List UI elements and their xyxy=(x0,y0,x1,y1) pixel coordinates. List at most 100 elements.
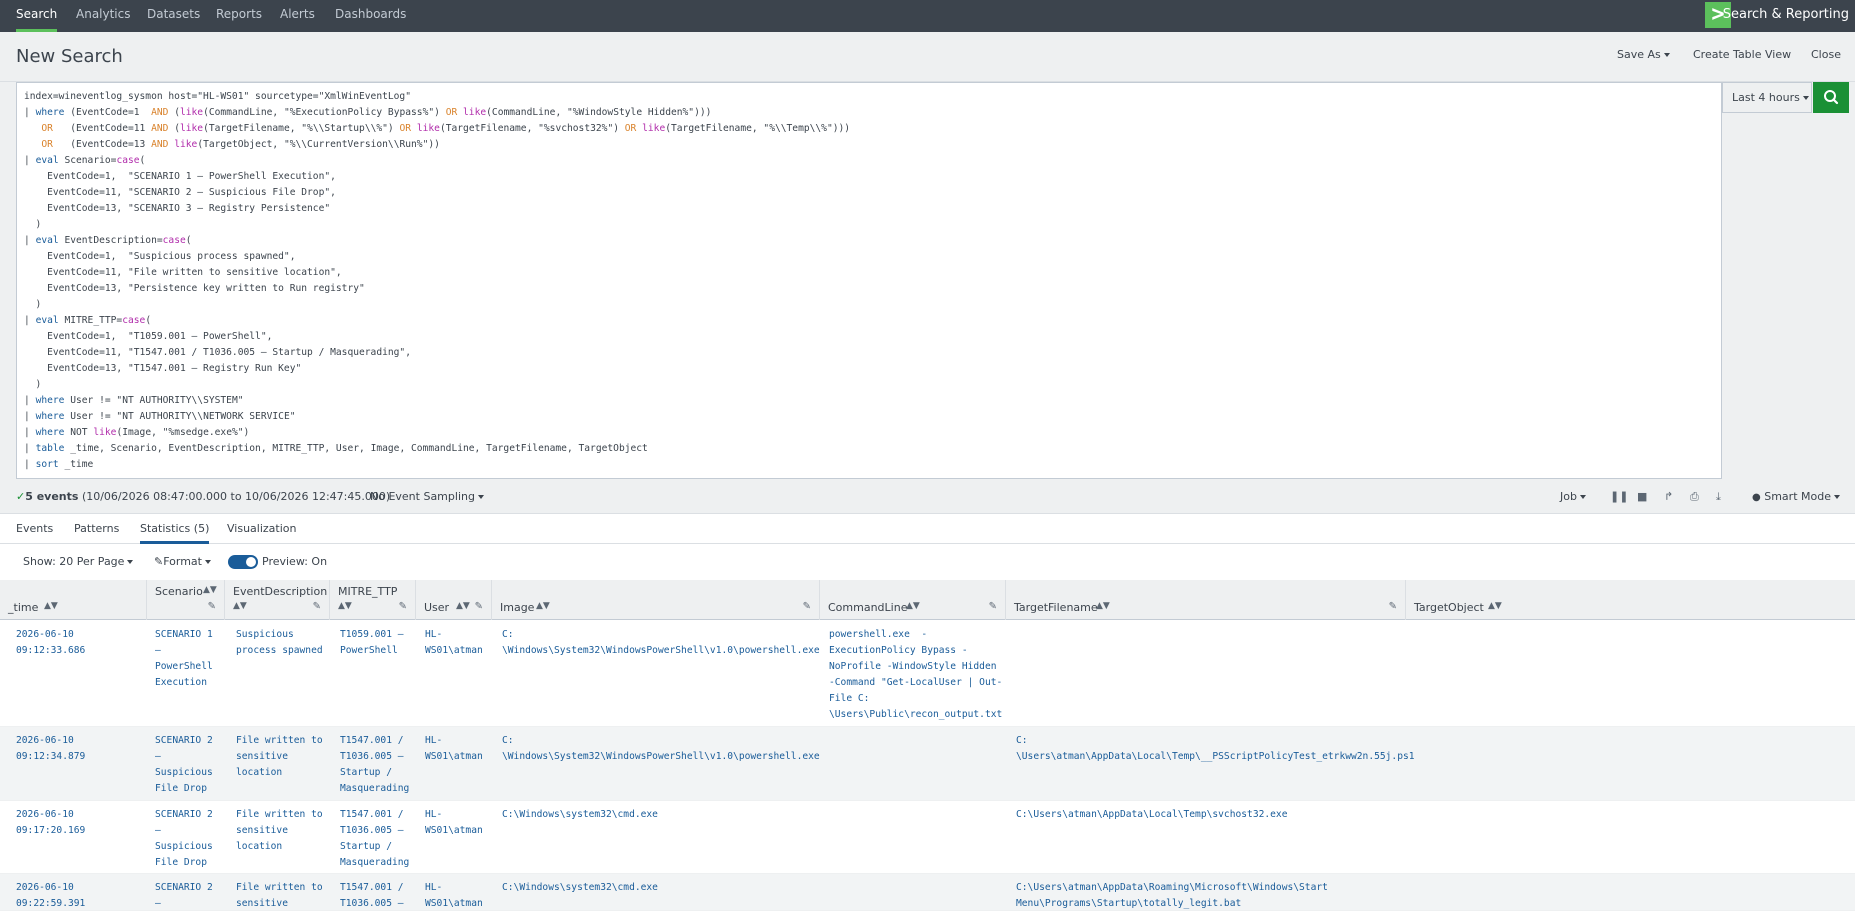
nav-tab-analytics[interactable]: Analytics xyxy=(76,0,131,32)
nav-tab-alerts[interactable]: Alerts xyxy=(280,0,315,32)
format-label: Format xyxy=(163,555,202,568)
print-icon[interactable]: ⎙ xyxy=(1690,490,1699,504)
sort-icon[interactable]: ▲▼ xyxy=(1488,601,1502,611)
pencil-icon[interactable]: ✎ xyxy=(399,601,407,612)
page-size-label: Show: 20 Per Page xyxy=(23,555,125,568)
column-header-image[interactable]: Image ▲▼ ✎ xyxy=(492,580,820,620)
column-header-target-object[interactable]: TargetObject ▲▼ xyxy=(1406,580,1855,620)
cell-event-description[interactable]: File written to sensitive xyxy=(236,880,323,910)
column-label: _time xyxy=(8,601,39,614)
cell-image[interactable]: C:\Windows\system32\cmd.exe xyxy=(502,880,658,896)
column-header-command-line[interactable]: CommandLine ▲▼ ✎ xyxy=(820,580,1006,620)
check-icon: ✓ xyxy=(16,490,26,503)
cell-target-filename[interactable]: C:\Users\atman\AppData\Roaming\Microsoft… xyxy=(1016,880,1328,910)
app-name: Search & Reporting xyxy=(1722,7,1849,22)
cell-image[interactable]: C:\Windows\system32\cmd.exe xyxy=(502,807,658,823)
table-row[interactable]: 2026-06-10 09:12:34.879 SCENARIO 2 — Sus… xyxy=(0,727,1855,801)
pencil-icon[interactable]: ✎ xyxy=(1389,601,1397,612)
search-query-editor[interactable]: index=wineventlog_sysmon host="HL-WS01" … xyxy=(16,82,1722,479)
close-link[interactable]: Close xyxy=(1811,48,1841,61)
event-sampling-dropdown[interactable]: No Event Sampling xyxy=(370,490,484,503)
table-row[interactable]: 2026-06-10 09:12:33.686 SCENARIO 1 — Pow… xyxy=(0,621,1855,727)
nav-tab-search[interactable]: Search xyxy=(16,0,58,32)
cell-scenario[interactable]: SCENARIO 1 — PowerShell Execution xyxy=(155,627,213,691)
sort-icon[interactable]: ▲▼ xyxy=(906,601,920,611)
sort-icon[interactable]: ▲▼ xyxy=(44,601,58,611)
tab-patterns[interactable]: Patterns xyxy=(74,522,119,535)
cell-mitre-ttp[interactable]: T1547.001 / T1036.005 — Startup / Masque… xyxy=(340,733,409,797)
table-row[interactable]: 2026-06-10 09:17:20.169 SCENARIO 2 — Sus… xyxy=(0,801,1855,874)
cell-event-description[interactable]: File written to sensitive location xyxy=(236,733,323,781)
column-header-time[interactable]: _time ▲▼ xyxy=(0,580,147,620)
column-header-target-filename[interactable]: TargetFilename ▲▼ ✎ xyxy=(1006,580,1406,620)
cell-event-description[interactable]: File written to sensitive location xyxy=(236,807,323,855)
nav-tab-datasets[interactable]: Datasets xyxy=(147,0,200,32)
event-count-value: 5 events xyxy=(25,490,79,503)
sort-icon[interactable]: ▲▼ xyxy=(1096,601,1110,611)
tab-visualization[interactable]: Visualization xyxy=(227,522,296,535)
column-header-scenario[interactable]: Scenario ▲▼ ✎ xyxy=(147,580,225,620)
column-label: CommandLine xyxy=(828,601,908,614)
export-icon[interactable]: ⤓ xyxy=(1716,490,1721,504)
sort-icon[interactable]: ▲▼ xyxy=(536,601,550,611)
app-brand[interactable]: > Search & Reporting xyxy=(1695,0,1855,32)
tab-events[interactable]: Events xyxy=(16,522,53,535)
pencil-icon[interactable]: ✎ xyxy=(989,601,997,612)
column-label: TargetFilename xyxy=(1014,601,1098,614)
cell-scenario[interactable]: SCENARIO 2 — Suspicious File Drop xyxy=(155,807,213,871)
cell-user[interactable]: HL- WS01\atman xyxy=(425,627,483,659)
search-mode-dropdown[interactable]: ● Smart Mode xyxy=(1752,490,1840,503)
column-header-user[interactable]: User ▲▼ ✎ xyxy=(416,580,492,620)
create-table-view-link[interactable]: Create Table View xyxy=(1693,48,1791,61)
sort-icon[interactable]: ▲▼ xyxy=(456,601,470,611)
cell-mitre-ttp[interactable]: T1547.001 / T1036.005 — Startup / Masque… xyxy=(340,807,409,871)
column-label: User xyxy=(424,601,450,614)
time-range-label: Last 4 hours xyxy=(1732,91,1800,104)
preview-toggle[interactable] xyxy=(228,555,258,569)
cell-time[interactable]: 2026-06-10 09:12:33.686 xyxy=(16,627,85,659)
table-row[interactable]: 2026-06-10 09:22:59.391 SCENARIO 2 — Fil… xyxy=(0,874,1855,911)
cell-time[interactable]: 2026-06-10 09:12:34.879 xyxy=(16,733,85,765)
cell-scenario[interactable]: SCENARIO 2 — xyxy=(155,880,213,910)
cell-mitre-ttp[interactable]: T1547.001 / T1036.005 — xyxy=(340,880,404,910)
pause-icon[interactable]: ❚❚ xyxy=(1610,490,1628,503)
format-dropdown[interactable]: ✎Format xyxy=(154,555,211,568)
app-bar: Search Analytics Datasets Reports Alerts… xyxy=(0,0,1855,32)
search-button[interactable] xyxy=(1813,82,1849,113)
cell-command-line[interactable]: powershell.exe - ExecutionPolicy Bypass … xyxy=(829,627,1002,723)
cell-time[interactable]: 2026-06-10 09:22:59.391 xyxy=(16,880,85,910)
column-header-mitre-ttp[interactable]: MITRE_TTP ▲▼ ✎ xyxy=(330,580,416,620)
sort-icon[interactable]: ▲▼ xyxy=(233,601,247,611)
cell-image[interactable]: C: \Windows\System32\WindowsPowerShell\v… xyxy=(502,627,820,659)
cell-user[interactable]: HL- WS01\atman xyxy=(425,880,483,910)
column-header-event-description[interactable]: EventDescription ▲▼ ✎ xyxy=(225,580,330,620)
pencil-icon[interactable]: ✎ xyxy=(803,601,811,612)
chevron-down-icon xyxy=(1579,495,1586,499)
sort-icon[interactable]: ▲▼ xyxy=(338,601,352,611)
pencil-icon: ✎ xyxy=(154,555,164,568)
results-tabs: Events Patterns Statistics (5) Visualiza… xyxy=(0,514,1855,544)
cell-user[interactable]: HL- WS01\atman xyxy=(425,733,483,765)
nav-tab-reports[interactable]: Reports xyxy=(216,0,262,32)
save-as-dropdown[interactable]: Save As xyxy=(1617,48,1670,61)
pencil-icon[interactable]: ✎ xyxy=(475,601,483,612)
column-label: Scenario xyxy=(155,585,203,598)
page-size-dropdown[interactable]: Show: 20 Per Page xyxy=(23,555,134,568)
sort-icon[interactable]: ▲▼ xyxy=(203,585,217,595)
job-menu[interactable]: Job xyxy=(1560,490,1586,503)
time-range-picker[interactable]: Last 4 hours xyxy=(1722,82,1812,113)
cell-image[interactable]: C: \Windows\System32\WindowsPowerShell\v… xyxy=(502,733,820,765)
pencil-icon[interactable]: ✎ xyxy=(313,601,321,612)
nav-tab-dashboards[interactable]: Dashboards xyxy=(335,0,406,32)
tab-statistics[interactable]: Statistics (5) xyxy=(140,522,210,544)
cell-time[interactable]: 2026-06-10 09:17:20.169 xyxy=(16,807,85,839)
share-icon[interactable]: ↱ xyxy=(1664,490,1673,503)
cell-mitre-ttp[interactable]: T1059.001 — PowerShell xyxy=(340,627,404,659)
cell-scenario[interactable]: SCENARIO 2 — Suspicious File Drop xyxy=(155,733,213,797)
pencil-icon[interactable]: ✎ xyxy=(208,601,216,612)
cell-event-description[interactable]: Suspicious process spawned xyxy=(236,627,323,659)
cell-user[interactable]: HL- WS01\atman xyxy=(425,807,483,839)
cell-target-filename[interactable]: C: \Users\atman\AppData\Local\Temp\__PSS… xyxy=(1016,733,1415,765)
cell-target-filename[interactable]: C:\Users\atman\AppData\Local\Temp\svchos… xyxy=(1016,807,1287,823)
stop-icon[interactable]: ■ xyxy=(1637,490,1647,503)
